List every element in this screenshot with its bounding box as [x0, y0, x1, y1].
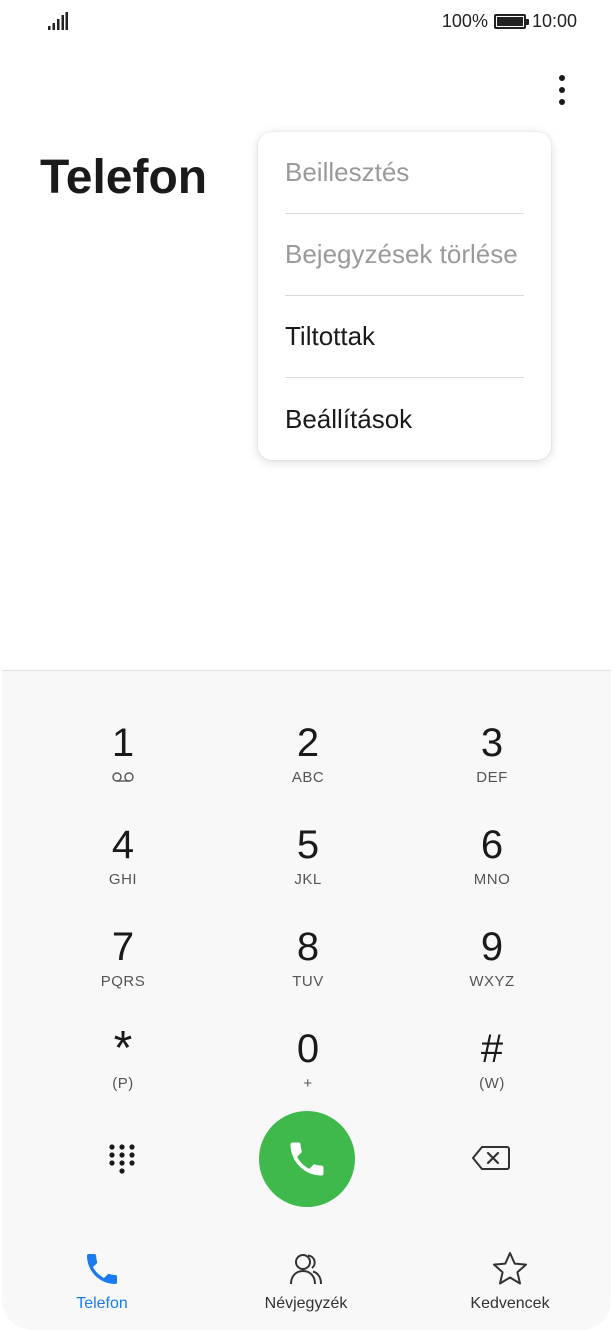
- key-digit: 5: [296, 823, 320, 867]
- more-dot: [559, 75, 565, 81]
- status-bar: 100% 10:00: [0, 0, 613, 44]
- key-letters: WXYZ: [469, 973, 515, 990]
- key-letters: TUV: [292, 973, 324, 990]
- key-digit: 6: [480, 823, 504, 867]
- key-letters: GHI: [108, 871, 138, 888]
- key-2[interactable]: 2 ABC: [228, 721, 388, 811]
- key-digit: 1: [111, 721, 135, 765]
- dialpad: 1 2 ABC 3 DEF 4 GHI 5 JKL 6 MNO 7 PQRS 8…: [2, 670, 611, 1330]
- key-9[interactable]: 9 WXYZ: [412, 925, 572, 1015]
- key-3[interactable]: 3 DEF: [412, 721, 572, 811]
- key-hash[interactable]: # (W): [412, 1027, 572, 1117]
- key-digit: 4: [111, 823, 135, 867]
- tab-contacts[interactable]: Névjegyzék: [226, 1249, 386, 1313]
- key-star[interactable]: * (P): [43, 1022, 203, 1117]
- battery-icon: [493, 14, 529, 29]
- call-button[interactable]: [259, 1111, 355, 1207]
- key-5[interactable]: 5 JKL: [228, 823, 388, 913]
- more-dot: [559, 99, 565, 105]
- key-letters: ABC: [291, 769, 325, 786]
- key-8[interactable]: 8 TUV: [228, 925, 388, 1015]
- key-letters: (W): [479, 1075, 505, 1092]
- clock: 10:00: [531, 11, 577, 31]
- more-dot: [559, 87, 565, 93]
- contacts-icon: [290, 1254, 322, 1285]
- key-4[interactable]: 4 GHI: [43, 823, 203, 913]
- key-letters: DEF: [476, 769, 508, 786]
- key-digit: *: [113, 1022, 133, 1075]
- page-title: Telefon: [40, 151, 208, 204]
- battery-percent: 100%: [441, 11, 488, 31]
- key-digit: 0: [296, 1027, 320, 1071]
- key-6[interactable]: 6 MNO: [412, 823, 572, 913]
- key-0[interactable]: 0 +: [228, 1027, 388, 1117]
- key-letters: (P): [112, 1075, 134, 1092]
- key-digit: 7: [111, 925, 135, 969]
- menu-item-paste[interactable]: Beillesztés: [285, 132, 524, 214]
- tab-label: Kedvencek: [470, 1295, 550, 1312]
- status-right: 100% 10:00: [442, 11, 577, 32]
- key-digit: 3: [480, 721, 504, 765]
- key-digit: #: [480, 1027, 504, 1071]
- key-digit: 9: [480, 925, 504, 969]
- key-letters: +: [303, 1075, 313, 1092]
- overflow-menu: Beillesztés Bejegyzések törlése Tiltotta…: [258, 132, 551, 460]
- tab-label: Névjegyzék: [264, 1295, 348, 1312]
- menu-item-settings[interactable]: Beállítások: [285, 378, 524, 460]
- backspace-icon[interactable]: [471, 1145, 511, 1171]
- key-letters: MNO: [473, 871, 511, 888]
- menu-item-blocked[interactable]: Tiltottak: [285, 296, 524, 378]
- key-digit: 8: [296, 925, 320, 969]
- dialpad-toggle-icon[interactable]: [108, 1143, 136, 1175]
- signal-icon: [48, 12, 68, 30]
- star-icon: [493, 1252, 527, 1285]
- tab-phone[interactable]: Telefon: [22, 1249, 182, 1313]
- key-1[interactable]: 1: [43, 721, 203, 811]
- key-7[interactable]: 7 PQRS: [43, 925, 203, 1015]
- voicemail-icon: [112, 772, 134, 782]
- phone-icon: [87, 1254, 117, 1284]
- more-options-button[interactable]: [546, 70, 578, 110]
- menu-item-delete-entries[interactable]: Bejegyzések törlése: [285, 214, 524, 296]
- key-letters: PQRS: [100, 973, 146, 990]
- tab-favorites[interactable]: Kedvencek: [430, 1249, 590, 1313]
- key-letters: JKL: [294, 871, 322, 888]
- key-digit: 2: [296, 721, 320, 765]
- phone-icon: [290, 1142, 324, 1176]
- tab-label: Telefon: [76, 1295, 128, 1312]
